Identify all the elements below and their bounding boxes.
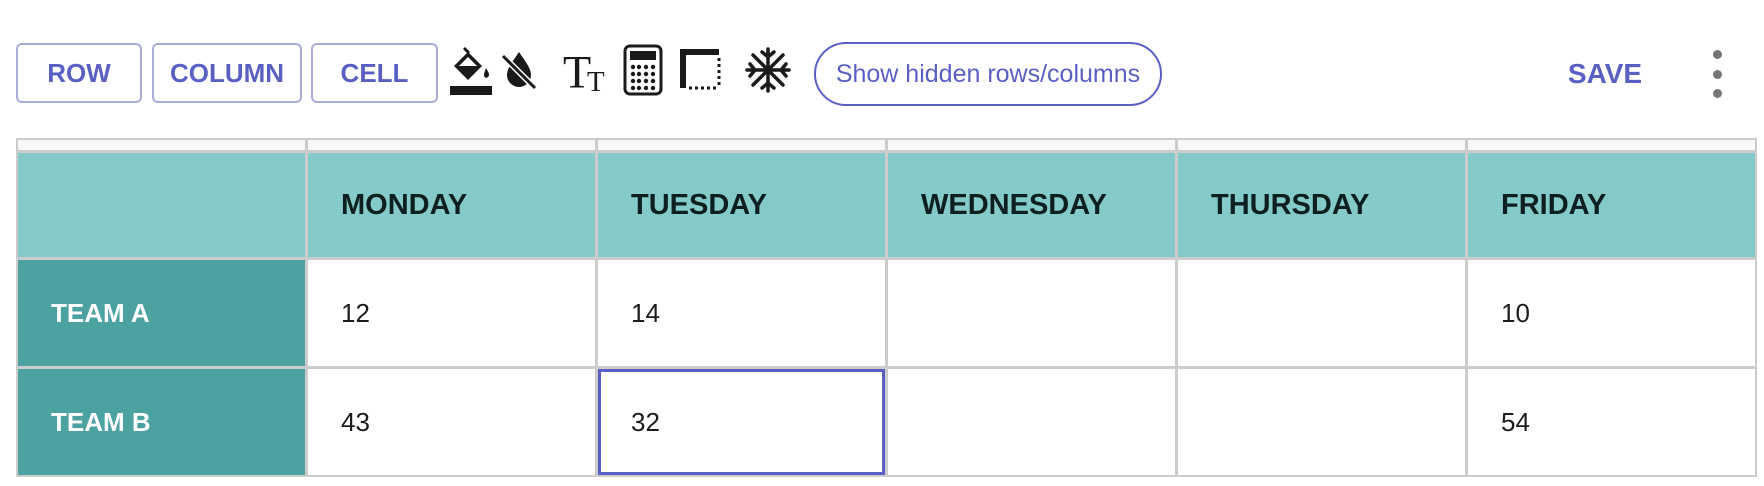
table-cell[interactable] bbox=[888, 369, 1175, 475]
spreadsheet-grid: MONDAY TUESDAY WEDNESDAY THURSDAY FRIDAY… bbox=[16, 138, 1757, 477]
table-cell[interactable]: 14 bbox=[598, 260, 885, 366]
text-size-icon[interactable]: T T bbox=[562, 42, 612, 98]
column-header-tuesday[interactable]: TUESDAY bbox=[598, 153, 885, 257]
border-icon[interactable] bbox=[676, 42, 726, 98]
show-hidden-rows-columns-button[interactable]: Show hidden rows/columns bbox=[814, 42, 1162, 106]
more-dot bbox=[1712, 89, 1722, 98]
calculator-icon[interactable] bbox=[618, 42, 668, 98]
table-cell[interactable]: 12 bbox=[308, 260, 595, 366]
column-header-monday[interactable]: MONDAY bbox=[308, 153, 595, 257]
cell-button[interactable]: CELL bbox=[311, 43, 438, 103]
more-vert-icon[interactable] bbox=[1700, 50, 1734, 98]
svg-text:T: T bbox=[587, 66, 605, 96]
table-cell[interactable]: 54 bbox=[1468, 369, 1755, 475]
column-header-friday[interactable]: FRIDAY bbox=[1468, 153, 1755, 257]
selected-table-cell[interactable]: 32 bbox=[598, 369, 885, 475]
paint-bucket-icon[interactable] bbox=[446, 42, 496, 98]
more-dot bbox=[1712, 50, 1722, 59]
column-resize-strip[interactable] bbox=[1178, 140, 1465, 150]
row-header-team-a[interactable]: TEAM A bbox=[18, 260, 305, 366]
table-cell[interactable] bbox=[1178, 260, 1465, 366]
save-button[interactable]: SAVE bbox=[1560, 52, 1650, 96]
no-color-icon[interactable] bbox=[494, 42, 544, 98]
toolbar: ROW COLUMN CELL T T Show hidden rows/col… bbox=[0, 0, 1764, 140]
column-resize-strip[interactable] bbox=[1468, 140, 1755, 150]
row-header-team-b[interactable]: TEAM B bbox=[18, 369, 305, 475]
column-button[interactable]: COLUMN bbox=[152, 43, 302, 103]
column-resize-strip[interactable] bbox=[598, 140, 885, 150]
column-resize-strip[interactable] bbox=[18, 140, 305, 150]
row-button[interactable]: ROW bbox=[16, 43, 142, 103]
freeze-icon[interactable] bbox=[743, 42, 793, 98]
table-cell[interactable] bbox=[1178, 369, 1465, 475]
table-cell[interactable]: 43 bbox=[308, 369, 595, 475]
column-resize-strip[interactable] bbox=[308, 140, 595, 150]
column-header-thursday[interactable]: THURSDAY bbox=[1178, 153, 1465, 257]
column-header-wednesday[interactable]: WEDNESDAY bbox=[888, 153, 1175, 257]
corner-header-cell[interactable] bbox=[18, 153, 305, 257]
table-cell[interactable] bbox=[888, 260, 1175, 366]
column-resize-strip[interactable] bbox=[888, 140, 1175, 150]
table-cell[interactable]: 10 bbox=[1468, 260, 1755, 366]
more-dot bbox=[1712, 69, 1722, 79]
